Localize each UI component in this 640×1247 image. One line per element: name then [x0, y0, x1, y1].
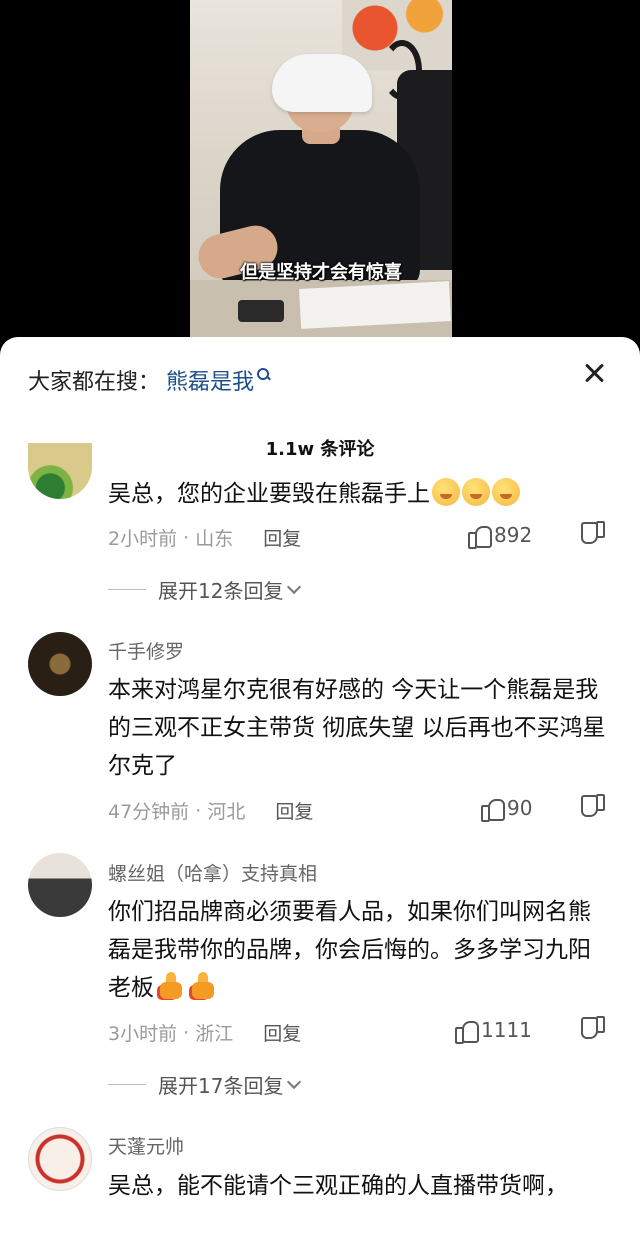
expand-replies-label: 展开17条回复 [158, 1074, 284, 1098]
thumbs-up-icon [468, 524, 492, 549]
trending-search[interactable]: 大家都在搜： 熊磊是我 [28, 363, 271, 397]
like-button[interactable]: 1111 [455, 1018, 532, 1044]
reply-button[interactable]: 回复 [275, 797, 313, 824]
comment-meta: 2小时前 · 山东 回复 [108, 524, 301, 551]
comment-text: 吴总，您的企业要毁在熊磊手上 [108, 475, 613, 513]
chevron-down-icon [287, 1074, 302, 1089]
comment-text: 你们招品牌商必须要看人品，如果你们叫网名熊磊是我带你的品牌，你会后悔的。多多学习… [108, 893, 613, 1007]
like-button[interactable]: 90 [481, 796, 533, 822]
thumbs-up-icon [455, 1019, 479, 1044]
comment-location: 河北 [207, 801, 246, 823]
divider-line [108, 589, 146, 590]
thumbs-down-icon[interactable] [581, 797, 605, 819]
video-subtitle: 但是坚持才会有惊喜 [240, 262, 402, 283]
comment-time: 47分钟前 [108, 801, 190, 823]
comment-time: 2小时前 [108, 528, 178, 550]
reply-button[interactable]: 回复 [263, 1019, 301, 1046]
comment-text-body: 吴总，您的企业要毁在熊磊手上 [108, 481, 430, 507]
meta-separator: · [177, 1021, 196, 1044]
smirk-emoji-icon [492, 478, 520, 506]
comment-count: 1.1w 条评论 [265, 439, 375, 460]
divider-line [108, 1084, 146, 1085]
like-button[interactable]: 892 [468, 523, 533, 549]
meta-separator: · [189, 799, 208, 822]
thumbs-up-emoji-icon [188, 970, 218, 1000]
video-frame: 但是坚持才会有惊喜 [190, 0, 452, 345]
expand-replies-button[interactable]: 展开17条回复 [108, 1070, 302, 1099]
chevron-down-icon [287, 579, 302, 594]
thumbs-up-icon [481, 797, 505, 822]
comment-time: 3小时前 [108, 1023, 178, 1045]
close-icon[interactable] [582, 361, 606, 385]
like-count: 90 [507, 796, 533, 820]
expand-replies-button[interactable]: 展开12条回复 [108, 575, 302, 604]
like-count: 1111 [481, 1018, 532, 1042]
comment-username[interactable]: 天蓬元帅 [108, 1132, 184, 1159]
desk-phone [238, 300, 284, 322]
desk-paper [299, 281, 451, 329]
thumbs-down-icon[interactable] [581, 1019, 605, 1041]
trending-search-label: 大家都在搜： [28, 370, 161, 395]
meta-separator: · [177, 526, 196, 549]
comment-location: 浙江 [195, 1023, 234, 1045]
video-player[interactable]: 但是坚持才会有惊喜 [0, 0, 640, 345]
like-count: 892 [494, 523, 533, 547]
avatar[interactable] [28, 853, 92, 917]
smirk-emoji-icon [432, 478, 460, 506]
person-cap [272, 54, 372, 112]
avatar[interactable] [28, 1127, 92, 1191]
comment-meta: 3小时前 · 浙江 回复 [108, 1019, 301, 1046]
comment-username[interactable]: 千手修罗 [108, 637, 184, 664]
comment-location: 山东 [195, 528, 234, 550]
thumbs-up-emoji-icon [156, 970, 186, 1000]
comment-meta: 47分钟前 · 河北 回复 [108, 797, 313, 824]
avatar[interactable] [28, 443, 92, 499]
avatar[interactable] [28, 632, 92, 696]
comment-text: 吴总，能不能请个三观正确的人直播带货啊， [108, 1173, 568, 1199]
comment-sheet: 大家都在搜： 熊磊是我 1.1w 条评论 吴总，您的企业要毁在熊磊手上 2小时前… [0, 337, 640, 1247]
expand-replies-label: 展开12条回复 [158, 579, 284, 603]
reply-button[interactable]: 回复 [263, 524, 301, 551]
smirk-emoji-icon [462, 478, 490, 506]
search-icon [257, 368, 271, 382]
thumbs-down-icon[interactable] [581, 524, 605, 546]
comment-username[interactable]: 螺丝姐（哈拿）支持真相 [108, 859, 317, 886]
trending-search-term[interactable]: 熊磊是我 [166, 364, 254, 396]
comment-text: 本来对鸿星尔克很有好感的 今天让一个熊磊是我的三观不正女主带货 彻底失望 以后再… [108, 677, 606, 779]
